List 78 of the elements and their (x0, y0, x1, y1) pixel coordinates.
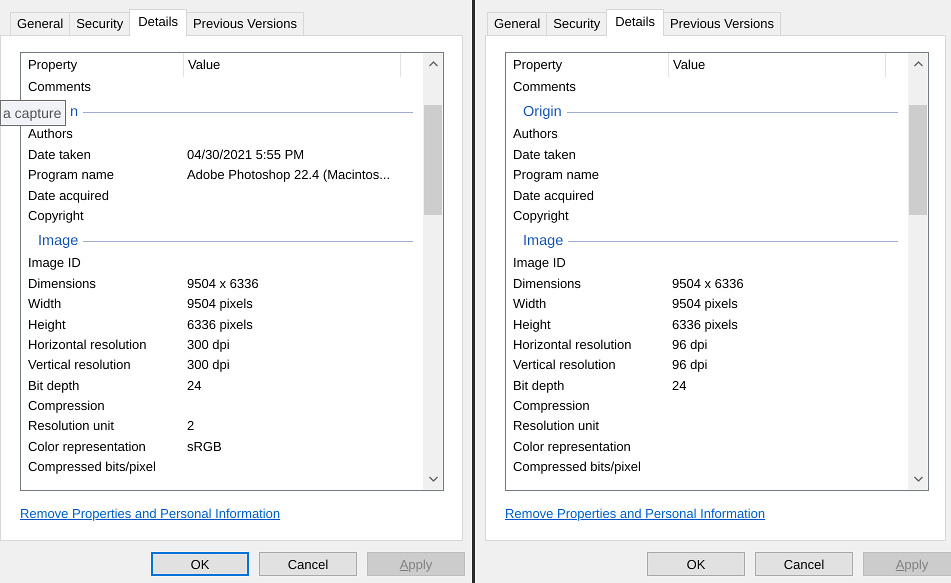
scroll-down-icon[interactable] (428, 476, 438, 482)
tab[interactable]: Details (606, 9, 664, 36)
property-name: Width (512, 295, 548, 314)
property-name: Program name (512, 166, 600, 184)
tab[interactable]: General (10, 12, 70, 35)
remove-properties-link[interactable]: Remove Properties and Personal Information (20, 506, 280, 521)
property-value: 24 (187, 376, 202, 395)
column-header[interactable]: Value (184, 53, 401, 77)
column-header[interactable]: Value (669, 53, 886, 77)
property-value: 6336 pixels (187, 316, 253, 334)
property-name: Authors (512, 125, 559, 144)
property-value: 6336 pixels (672, 316, 738, 334)
scrollbar-thumb[interactable] (424, 105, 442, 215)
column-header[interactable]: Property (21, 53, 184, 77)
scroll-down-icon[interactable] (914, 476, 922, 482)
property-name: Comments (512, 78, 577, 96)
property-value: 9504 pixels (187, 295, 253, 314)
ok-button[interactable]: OK (647, 552, 745, 576)
tab[interactable]: Previous Versions (186, 12, 304, 35)
property-name: Resolution unit (27, 417, 115, 436)
property-name: Vertical resolution (512, 356, 617, 374)
tooltip: a capture (0, 100, 66, 126)
tab[interactable]: Previous Versions (662, 12, 782, 35)
property-name: Color representation (27, 438, 147, 456)
property-name: Bit depth (27, 376, 80, 395)
property-value: 9504 x 6336 (187, 274, 259, 293)
property-value: 9504 pixels (672, 295, 738, 314)
property-name: Resolution unit (512, 417, 600, 436)
property-value: 96 dpi (672, 356, 708, 374)
property-name: Date taken (27, 146, 92, 164)
property-name: Compression (27, 397, 106, 416)
property-name: Horizontal resolution (512, 336, 633, 354)
property-name: Copyright (512, 206, 570, 225)
property-name: Vertical resolution (27, 356, 132, 374)
property-name: Comments (27, 78, 92, 96)
tab[interactable]: General (487, 12, 548, 35)
group-heading: Image (38, 232, 78, 252)
property-name: Height (27, 316, 67, 334)
property-name: Copyright (27, 206, 85, 225)
property-value: 300 dpi (187, 356, 230, 374)
tab[interactable]: Details (129, 9, 187, 36)
remove-properties-link[interactable]: Remove Properties and Personal Information (505, 506, 766, 521)
property-name: Program name (27, 166, 115, 184)
property-value: 96 dpi (672, 336, 708, 354)
property-name: Image ID (27, 254, 82, 272)
property-name: Dimensions (512, 274, 582, 293)
scrollbar-thumb[interactable] (909, 105, 927, 215)
dialog-button[interactable]: Cancel (755, 552, 853, 576)
property-value: Adobe Photoshop 22.4 (Macintos... (187, 166, 390, 184)
scroll-up-icon[interactable] (428, 61, 438, 67)
property-name: Dimensions (27, 274, 97, 293)
property-value: 9504 x 6336 (672, 274, 744, 293)
property-name: Date acquired (27, 186, 110, 205)
column-header[interactable]: Property (506, 53, 669, 77)
property-name: Color representation (512, 438, 632, 456)
scrollbar[interactable] (908, 53, 928, 490)
property-value: 24 (672, 376, 686, 395)
scrollbar[interactable] (423, 53, 443, 490)
group-heading: Image (523, 232, 564, 252)
property-value: 04/30/2021 5:55 PM (187, 146, 304, 164)
dialog-button[interactable]: Cancel (259, 552, 357, 576)
property-name: Date taken (512, 146, 577, 164)
property-name: Compressed bits/pixel (512, 458, 642, 476)
property-name: Date acquired (512, 186, 595, 205)
ok-button[interactable]: OK (151, 552, 249, 576)
property-value: 300 dpi (187, 336, 230, 354)
property-value: 2 (187, 417, 194, 436)
property-name: Horizontal resolution (27, 336, 148, 354)
property-name: Bit depth (512, 376, 566, 395)
property-name: Image ID (512, 254, 567, 272)
property-name: Compressed bits/pixel (27, 458, 157, 476)
property-value: sRGB (187, 438, 222, 456)
property-name: Compression (512, 397, 591, 416)
property-name: Width (27, 295, 62, 314)
property-name: Height (512, 316, 552, 334)
group-heading: Origin (523, 103, 562, 122)
property-name: Authors (27, 125, 74, 144)
scroll-up-icon[interactable] (914, 61, 922, 67)
